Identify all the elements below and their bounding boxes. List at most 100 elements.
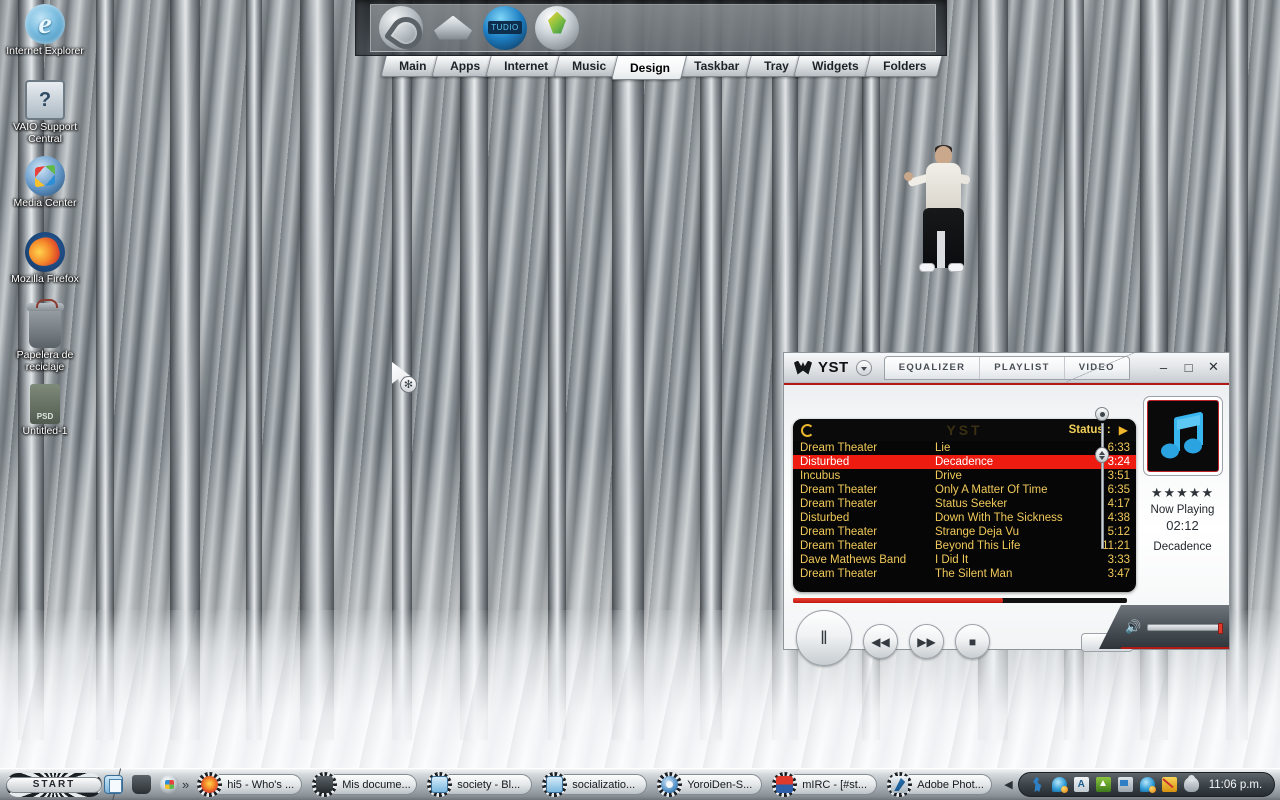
now-playing-panel: ★★★★★ Now Playing 02:12 Decadence — [1136, 396, 1229, 632]
clock[interactable]: 11:06 p.m. — [1209, 779, 1263, 791]
playlist-panel[interactable]: YST Status : ▶ Dream Theater Lie 6:33 Distu… — [793, 419, 1136, 592]
mouse-cursor — [392, 362, 422, 394]
play-pause-button[interactable]: ‖ — [796, 610, 852, 666]
player-title: YST — [818, 359, 849, 376]
scrollbar-track[interactable] — [1101, 423, 1104, 549]
taskbar-button-label: mIRC - [#st... — [794, 774, 878, 795]
taskbar-button[interactable]: socializatio... — [542, 772, 654, 797]
plant-app-icon[interactable] — [535, 5, 579, 50]
diamond-app-icon[interactable] — [431, 6, 475, 50]
desktop-icon-label: VAIO Support Central — [12, 121, 77, 145]
desktop-icon-0[interactable]: Internet Explorer — [4, 4, 86, 58]
taskbar-button-label: Adobe Phot... — [909, 774, 993, 795]
system-tray[interactable]: 11:06 p.m. — [1017, 772, 1276, 797]
task-button-list[interactable]: hi5 - Who's ... Mis docume... society - Bl… — [197, 772, 999, 797]
tuneup-icon[interactable] — [1051, 777, 1068, 793]
quick-launch-bar[interactable] — [104, 775, 179, 794]
taskbar-button[interactable]: hi5 - Who's ... — [197, 772, 309, 797]
quick-launch-overflow-icon[interactable]: » — [182, 777, 189, 792]
quicklaunch-mediaplayer-icon[interactable] — [160, 775, 179, 794]
network-icon[interactable] — [1117, 777, 1133, 792]
seek-bar-fill — [793, 598, 1004, 603]
playlist-scrollbar[interactable] — [1095, 407, 1109, 549]
stop-button[interactable]: ■ — [955, 624, 990, 659]
now-playing-label: Now Playing — [1150, 504, 1215, 516]
folder-icon — [316, 776, 334, 793]
minimize-button[interactable]: – — [1152, 357, 1175, 377]
tray-collapse-icon[interactable]: ◀ — [999, 778, 1017, 791]
close-button[interactable]: ✕ — [1202, 357, 1225, 377]
desktop-icon-label: Internet Explorer — [6, 45, 84, 57]
playlist-rows[interactable]: Dream Theater Lie 6:33 Disturbed Decadence 3:… — [793, 441, 1136, 581]
taskbar-button[interactable]: YoroiDen-S... — [657, 772, 769, 797]
dock-tab-design[interactable]: Design — [611, 56, 688, 80]
desktop-icon-4[interactable]: Papelera de reciclaje — [4, 299, 86, 373]
taskbar-button[interactable]: Mis docume... — [312, 772, 424, 797]
dock-tab-label: Music — [572, 59, 607, 73]
track-artist: Disturbed — [800, 512, 850, 524]
taskbar-button[interactable]: society - Bl... — [427, 772, 539, 797]
dock-tab-label: Folders — [882, 59, 927, 73]
playlist-row[interactable]: Dream Theater The Silent Man 3:47 — [793, 567, 1136, 581]
avast-icon[interactable] — [1073, 777, 1089, 792]
dock-tab-taskbar[interactable]: Taskbar — [675, 56, 757, 77]
playlist-row[interactable]: Disturbed Decadence 3:24 — [793, 455, 1136, 469]
playlist-row[interactable]: Dream Theater Strange Deja Vu 5:12 — [793, 525, 1136, 539]
music-note-glyph — [1160, 412, 1203, 459]
player-tab-playlist[interactable]: PLAYLIST — [980, 356, 1065, 379]
quicklaunch-recyclebin-icon[interactable] — [132, 775, 151, 794]
transport-controls[interactable]: ‖ ◀◀ ▶▶ ■ — [796, 610, 990, 666]
taskbar-button[interactable]: Adobe Phot... — [887, 772, 999, 797]
volume-slider-track[interactable] — [1147, 622, 1223, 634]
dock-tab-bar[interactable]: Main Apps Internet Music Design Taskbar Tray Wi… — [355, 56, 947, 80]
scrollbar-thumb[interactable] — [1095, 447, 1109, 463]
track-title: The Silent Man — [935, 568, 1013, 580]
scroll-up-button[interactable] — [1095, 407, 1109, 421]
tuneup-alt-icon[interactable] — [1139, 777, 1156, 793]
playlist-row[interactable]: Dream Theater Lie 6:33 — [793, 441, 1136, 455]
playlist-row[interactable]: Dave Mathews Band I Did It 3:33 — [793, 553, 1136, 567]
quicklaunch-explorer-icon[interactable] — [104, 775, 123, 794]
previous-button[interactable]: ◀◀ — [863, 624, 898, 659]
maximize-button[interactable]: □ — [1177, 357, 1200, 377]
desktop-icon-1[interactable]: VAIO Support Central — [4, 80, 86, 145]
track-artist: Dream Theater — [800, 442, 878, 454]
start-button[interactable]: START — [6, 772, 102, 797]
playlist-row[interactable]: Incubus Drive 3:51 — [793, 469, 1136, 483]
now-playing-track: Decadence — [1153, 541, 1212, 553]
player-tab-equalizer[interactable]: EQUALIZER — [885, 356, 981, 379]
browser-icon — [431, 776, 449, 793]
track-length: 3:33 — [1107, 554, 1130, 566]
seek-bar[interactable] — [793, 598, 1127, 603]
taskbar-button[interactable]: mIRC - [#st... — [772, 772, 884, 797]
update-icon[interactable] — [1095, 777, 1111, 792]
volume-slider-thumb[interactable] — [1218, 622, 1223, 634]
dock-bar — [355, 0, 947, 56]
desktop-icon-5[interactable]: Untitled-1 — [4, 384, 86, 438]
rating-stars[interactable]: ★★★★★ — [1136, 485, 1229, 501]
desktop-icon-3[interactable]: Mozilla Firefox — [4, 232, 86, 286]
next-button[interactable]: ▶▶ — [909, 624, 944, 659]
spiral-app-icon[interactable] — [379, 5, 423, 50]
desktop-icon-2[interactable]: Media Center — [4, 156, 86, 210]
chevron-down-icon[interactable] — [855, 359, 872, 376]
user-account-icon[interactable] — [1183, 775, 1199, 792]
running-man-icon[interactable] — [1030, 777, 1045, 792]
studio-app-icon[interactable] — [483, 5, 527, 50]
playlist-row[interactable]: Dream Theater Beyond This Life 11:21 — [793, 539, 1136, 553]
taskbar[interactable]: START » hi5 - Who's ... Mis docume... soci… — [0, 768, 1280, 800]
volume-control[interactable]: 🔊 — [1099, 605, 1229, 649]
dock-tab-widgets[interactable]: Widgets — [793, 56, 876, 77]
alert-icon[interactable] — [1161, 777, 1177, 792]
dock-tab-folders[interactable]: Folders — [864, 56, 943, 77]
yst-media-player-window[interactable]: YST EQUALIZERPLAYLISTVIDEO – □ ✕ YST Sta… — [783, 352, 1230, 666]
track-artist: Dream Theater — [800, 526, 878, 538]
desktop-dock: Main Apps Internet Music Design Taskbar Tray Wi… — [355, 0, 947, 80]
tray-icon-group[interactable] — [1030, 775, 1199, 793]
playlist-row[interactable]: Dream Theater Status Seeker 4:17 — [793, 497, 1136, 511]
playlist-watermark: YST — [946, 422, 983, 438]
player-title-bar[interactable]: YST EQUALIZERPLAYLISTVIDEO – □ ✕ — [783, 352, 1230, 383]
playlist-row[interactable]: Disturbed Down With The Sickness 4:38 — [793, 511, 1136, 525]
window-controls[interactable]: – □ ✕ — [1152, 357, 1225, 377]
playlist-row[interactable]: Dream Theater Only A Matter Of Time 6:35 — [793, 483, 1136, 497]
